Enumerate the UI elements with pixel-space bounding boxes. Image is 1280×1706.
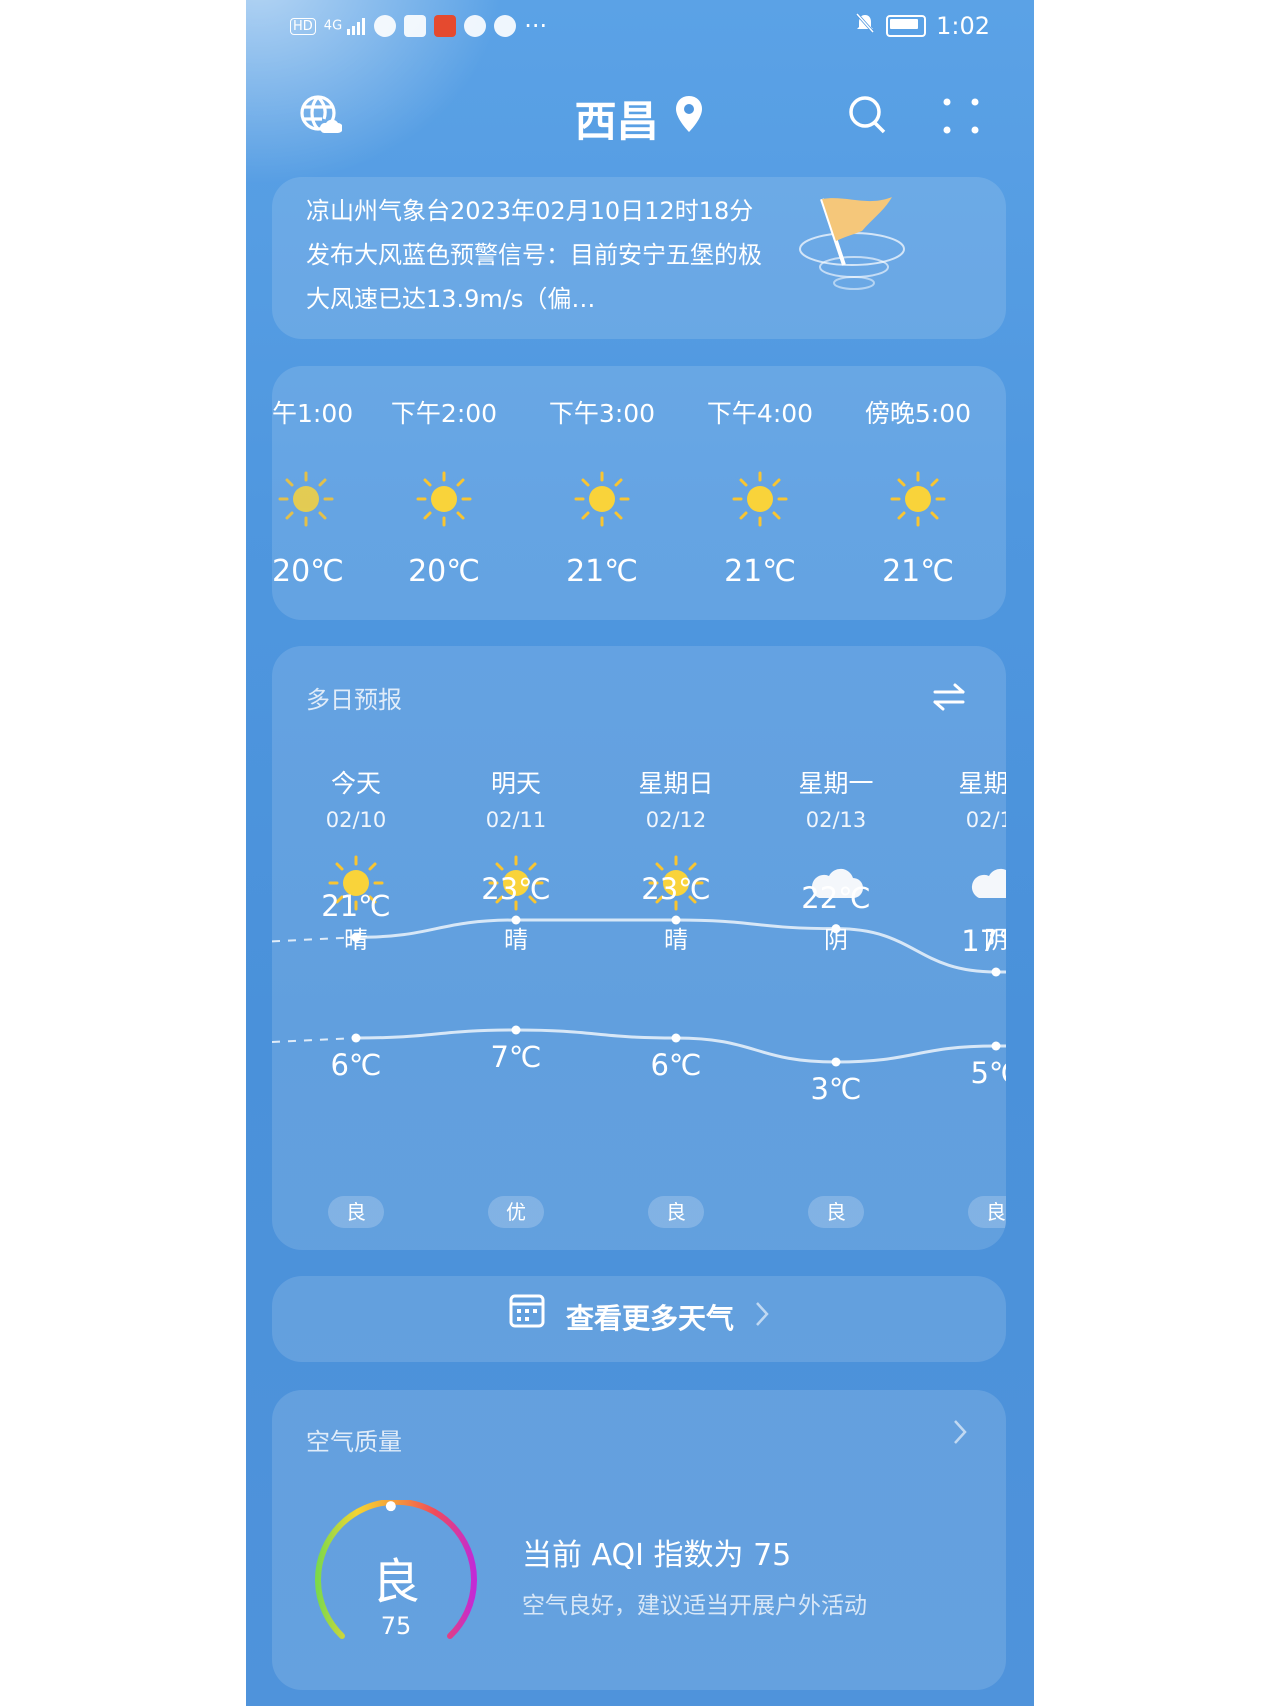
mute-bell-icon: [854, 12, 876, 40]
high-temp-curve-point: [991, 967, 1001, 977]
calendar-icon: [508, 1277, 546, 1363]
city-name[interactable]: 西昌: [575, 97, 659, 146]
hourly-forecast-card[interactable]: 午1:00 20℃ 下午2:00 20℃ 下午3:00 21℃ 下午4:00 2…: [272, 366, 1006, 620]
hour-temp: 21℃: [566, 554, 638, 589]
day-weather: 阴: [824, 926, 848, 954]
aqi-level: 良: [371, 1554, 420, 1610]
day-date: 02/14: [965, 808, 1006, 832]
hd-indicator: HD: [290, 17, 316, 35]
high-temp-label: 23℃: [481, 872, 551, 906]
low-temp-label: 7℃: [490, 1040, 542, 1074]
day-date: 02/11: [485, 808, 547, 832]
air-quality-title: 空气质量: [306, 1428, 402, 1456]
high-temp-label: 23℃: [641, 872, 711, 906]
aqi-value: 75: [380, 1612, 412, 1640]
low-temp-label: 3℃: [810, 1072, 862, 1106]
hour-temp: 21℃: [882, 554, 954, 589]
more-notifications: ···: [524, 12, 548, 40]
battery-icon: [886, 15, 927, 37]
hour-temp: 20℃: [272, 554, 344, 589]
weather-app-screen: HD 4G ··· 1:02 西昌 凉山州气象台2023年02月10日12时18…: [246, 0, 1034, 1706]
more-weather-button[interactable]: 查看更多天气: [272, 1276, 1006, 1362]
multi-day-forecast-card[interactable]: 多日预报 今天 02/10 晴 21℃ 6℃ 良明天 02/11 晴 23℃ 7℃ 优星期日 02/1…: [272, 646, 1006, 1250]
sun-icon: [277, 470, 335, 532]
hour-time: 傍晚5:00: [864, 399, 972, 428]
high-temp-label: 17℃: [961, 924, 1006, 958]
clock: 1:02: [936, 12, 990, 40]
sun-icon: [573, 470, 631, 532]
location-pin-icon: [673, 95, 705, 144]
cloud-icon: [967, 854, 1006, 916]
high-temp-label: 21℃: [321, 889, 391, 924]
low-temp-curve-point: [511, 1025, 521, 1035]
day-name: 今天: [330, 769, 381, 798]
low-temp-curve-point: [831, 1057, 841, 1067]
aqi-marker: [385, 1501, 396, 1512]
low-temp-curve-point: [671, 1033, 681, 1043]
network-type: 4G: [323, 18, 343, 34]
air-quality-badge: 优: [488, 1196, 544, 1228]
low-temp-curve-point: [991, 1041, 1001, 1051]
hand-app-icon: [494, 15, 517, 37]
hour-time: 下午3:00: [548, 399, 656, 428]
hour-time: 下午2:00: [390, 399, 498, 428]
hour-temp: 20℃: [408, 554, 480, 589]
low-temp-curve-point: [351, 1033, 361, 1043]
air-quality-badge: 良: [328, 1196, 384, 1228]
more-options-icon[interactable]: [941, 96, 981, 140]
chevron-right-icon: [754, 1276, 770, 1362]
signal-icon: 4G: [324, 17, 367, 35]
day-date: 02/12: [645, 808, 707, 832]
top-bar: 西昌: [246, 78, 1034, 158]
day-weather: 晴: [504, 926, 528, 954]
day-weather: 晴: [344, 926, 368, 954]
browser-app-icon: [374, 15, 397, 37]
day-name: 星期日: [638, 769, 714, 798]
day-weather: 晴: [664, 926, 688, 954]
low-temp-curve-past-segment: [272, 1037, 357, 1043]
taobao-app-icon: [434, 15, 457, 37]
air-quality-badge: 良: [968, 1196, 1006, 1228]
message-app-icon: [464, 15, 487, 37]
low-temp-label: 6℃: [650, 1048, 702, 1082]
more-weather-label: 查看更多天气: [565, 1302, 734, 1335]
music-app-icon: [404, 15, 427, 37]
aqi-advice: 空气良好，建议适当开展户外活动: [522, 1593, 867, 1619]
air-quality-badge: 良: [808, 1196, 864, 1228]
chevron-right-icon[interactable]: [952, 1418, 968, 1453]
day-name: 星期二: [958, 769, 1006, 798]
day-date: 02/13: [805, 808, 867, 832]
search-icon[interactable]: [846, 93, 890, 141]
air-quality-badge: 良: [648, 1196, 704, 1228]
sun-icon: [731, 470, 789, 532]
low-temp-label: 5℃: [970, 1056, 1006, 1090]
alert-text: 凉山州气象台2023年02月10日12时18分发布大风蓝色预警信号：目前安宁五堡…: [306, 197, 762, 313]
day-name: 明天: [490, 769, 541, 798]
wind-warning-flag-icon: [792, 189, 922, 323]
status-bar: HD 4G ··· 1:02: [246, 0, 1034, 55]
low-temp-label: 6℃: [330, 1048, 382, 1082]
weather-alert-card[interactable]: 凉山州气象台2023年02月10日12时18分发布大风蓝色预警信号：目前安宁五堡…: [272, 177, 1006, 339]
day-date: 02/10: [325, 808, 387, 832]
high-temp-label: 22℃: [801, 880, 871, 915]
sun-icon: [415, 470, 473, 532]
air-quality-card[interactable]: 空气质量 良 75 当前 AQI 指数为 75 空气良好，建议适当开展户外活动: [272, 1390, 1006, 1690]
hour-time: 午1:00: [272, 399, 354, 428]
aqi-headline: 当前 AQI 指数为 75: [522, 1538, 792, 1573]
sun-icon: [889, 470, 947, 532]
day-name: 星期一: [798, 769, 874, 798]
hour-time: 下午4:00: [706, 399, 814, 428]
hour-temp: 21℃: [724, 554, 796, 589]
